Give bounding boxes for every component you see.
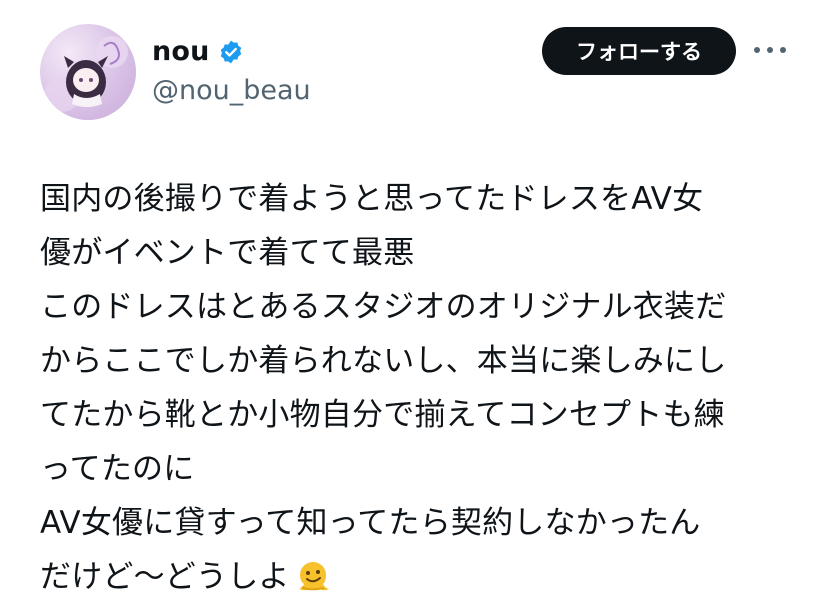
tweet-line: からここでしか着られないし、本当に楽しみにし: [40, 343, 727, 379]
dot: [780, 47, 786, 53]
tweet-line: ってたのに: [40, 451, 195, 487]
tweet-line: AV女優に貸すって知ってたら契約しなかったん: [40, 505, 701, 541]
avatar-illustration: [44, 36, 128, 112]
user-name-row[interactable]: nou: [152, 36, 244, 67]
tweet-line: このドレスはとあるスタジオのオリジナル衣装だ: [40, 289, 727, 325]
tweet-line-last: だけど〜どうしよ: [40, 550, 800, 604]
verified-badge-icon: [218, 39, 244, 65]
more-options-icon[interactable]: [754, 36, 786, 64]
display-name[interactable]: nou: [152, 36, 210, 67]
tweet-line: 優がイベントで着てて最悪: [40, 235, 415, 271]
dot: [767, 47, 773, 53]
tweet-text: 国内の後撮りで着ようと思ってたドレスをAV女 優がイベントで着てて最悪 このドレ…: [40, 172, 800, 604]
avatar[interactable]: [40, 24, 136, 120]
follow-button[interactable]: フォローする: [542, 27, 736, 75]
tweet-line-text: だけど〜どうしよ: [40, 559, 290, 595]
melting-face-icon: [294, 557, 332, 595]
dot: [754, 47, 760, 53]
tweet-line: 国内の後撮りで着ようと思ってたドレスをAV女: [40, 181, 704, 217]
user-handle[interactable]: @nou_beau: [152, 75, 311, 106]
tweet-line: てたから靴とか小物自分で揃えてコンセプトも練: [40, 397, 725, 433]
